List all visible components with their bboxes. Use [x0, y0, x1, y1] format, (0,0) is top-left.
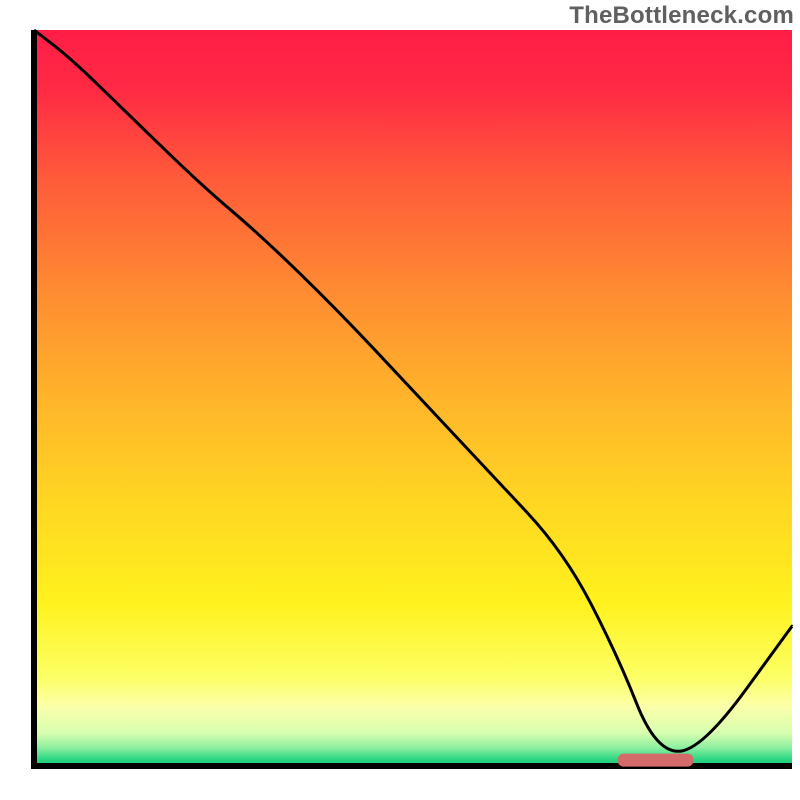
watermark-text: TheBottleneck.com	[569, 2, 794, 30]
chart-container: TheBottleneck.com	[0, 0, 800, 800]
chart-svg	[0, 0, 800, 800]
optimal-range-marker	[618, 754, 694, 767]
plot-background	[34, 30, 792, 766]
